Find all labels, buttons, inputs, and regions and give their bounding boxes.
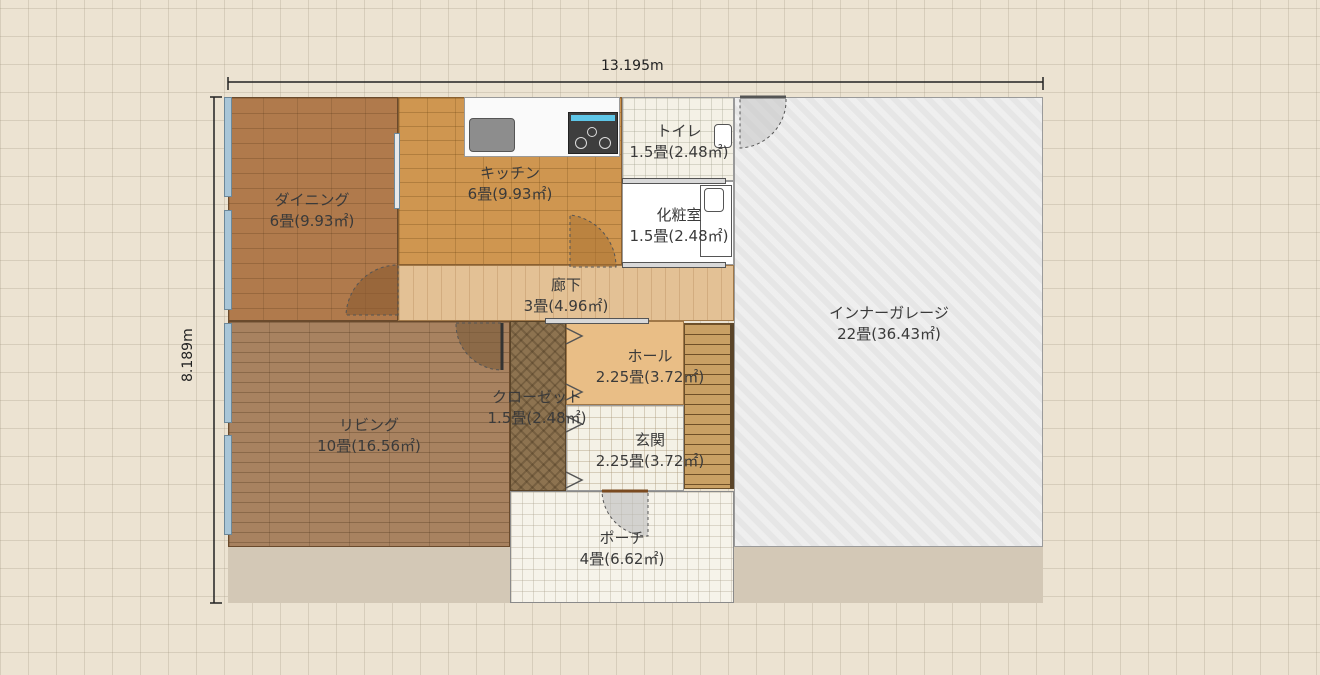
- room-name: ホール: [627, 347, 673, 365]
- label-garage: インナーガレージ 22畳(36.43㎡): [829, 303, 949, 345]
- label-corridor: 廊下 3畳(4.96㎡): [524, 275, 609, 317]
- room-name: リビング: [338, 416, 400, 434]
- room-name: ポーチ: [599, 529, 645, 547]
- label-living: リビング 10畳(16.56㎡): [317, 415, 421, 457]
- label-toilet: トイレ 1.5畳(2.48㎡): [630, 121, 729, 163]
- label-kitchen: キッチン 6畳(9.93㎡): [468, 163, 553, 205]
- room-area: 1.5畳(2.48㎡): [629, 143, 729, 161]
- room-name: 化粧室: [656, 206, 702, 224]
- room-name: インナーガレージ: [829, 304, 949, 322]
- room-name: 玄関: [634, 431, 666, 449]
- room-area: 10畳(16.56㎡): [317, 437, 421, 455]
- room-area: 4畳(6.62㎡): [579, 550, 665, 568]
- room-area: 2.25畳(3.72㎡): [595, 368, 705, 386]
- room-area: 2.25畳(3.72㎡): [595, 452, 705, 470]
- room-name: 廊下: [550, 276, 581, 294]
- room-area: 1.5畳(2.48㎡): [487, 409, 587, 427]
- label-porch: ポーチ 4畳(6.62㎡): [580, 528, 665, 570]
- room-name: トイレ: [656, 122, 702, 140]
- door-swings: [345, 95, 787, 537]
- room-area: 6畳(9.93㎡): [467, 185, 553, 203]
- room-area: 3畳(4.96㎡): [523, 297, 609, 315]
- label-entrance: 玄関 2.25畳(3.72㎡): [596, 430, 705, 472]
- label-closet: クローゼット 1.5畳(2.48㎡): [488, 387, 587, 429]
- label-dining: ダイニング 6畳(9.93㎡): [270, 190, 355, 232]
- room-area: 22畳(36.43㎡): [837, 325, 941, 343]
- room-area: 1.5畳(2.48㎡): [629, 227, 729, 245]
- label-powder: 化粧室 1.5畳(2.48㎡): [630, 205, 729, 247]
- room-name: キッチン: [479, 164, 540, 182]
- room-name: ダイニング: [274, 191, 350, 209]
- room-area: 6畳(9.93㎡): [269, 212, 355, 230]
- label-hall: ホール 2.25畳(3.72㎡): [596, 346, 705, 388]
- room-name: クローゼット: [491, 388, 582, 406]
